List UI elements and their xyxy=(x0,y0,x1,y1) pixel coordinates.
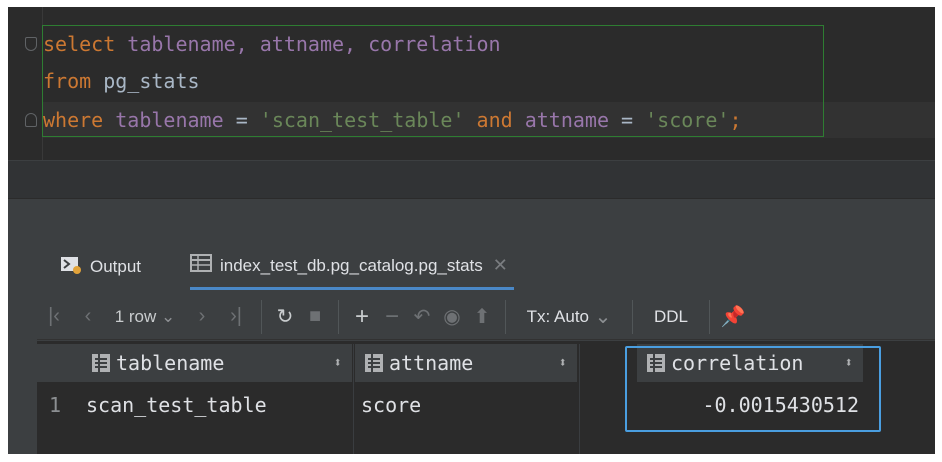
column-header-label: tablename xyxy=(116,351,225,375)
console-icon xyxy=(60,255,82,280)
cell-attname[interactable]: score xyxy=(361,386,421,424)
column-header-label: attname xyxy=(389,351,474,375)
sql-editor[interactable]: select tablename, attname, correlation f… xyxy=(8,7,935,160)
tab-pg-stats-label: index_test_db.pg_catalog.pg_stats xyxy=(220,255,483,275)
column-header-tablename[interactable]: tablename ⬍ xyxy=(82,344,352,382)
sort-icon[interactable]: ⬍ xyxy=(334,355,342,371)
fold-start-icon[interactable] xyxy=(25,37,37,51)
column-icon xyxy=(365,354,383,372)
tx-mode-label: Tx: Auto xyxy=(526,306,590,326)
column-divider xyxy=(353,344,354,454)
ddl-button[interactable]: DDL xyxy=(641,297,701,337)
row-number[interactable]: 1 xyxy=(49,386,61,424)
column-header-attname[interactable]: attname ⬍ xyxy=(355,344,577,382)
chevron-down-icon: ⌄ xyxy=(161,306,176,326)
toolbar-separator xyxy=(709,299,710,334)
tx-mode-dropdown[interactable]: Tx: Auto ⌄ xyxy=(514,297,624,337)
results-tab-bar: Output index_test_db.pg_catalog.pg_stats… xyxy=(8,244,935,290)
column-icon xyxy=(92,354,110,372)
ddl-label: DDL xyxy=(653,306,688,326)
previous-page-icon[interactable]: ‹ xyxy=(71,297,105,337)
toolbar-separator xyxy=(261,299,262,334)
delete-row-icon[interactable]: − xyxy=(377,297,407,337)
revert-icon[interactable]: ↶ xyxy=(407,297,437,337)
first-page-icon[interactable]: |‹ xyxy=(37,297,71,337)
toolbar-separator xyxy=(632,299,633,334)
stop-icon[interactable]: ■ xyxy=(300,297,330,337)
sort-icon[interactable]: ⬍ xyxy=(559,355,567,371)
row-number-header xyxy=(37,344,82,382)
table-icon xyxy=(190,254,212,277)
splitter-band[interactable] xyxy=(8,198,935,244)
tab-output-label: Output xyxy=(90,257,142,276)
editor-bottom-band xyxy=(8,160,935,198)
column-divider xyxy=(579,344,580,454)
refresh-icon[interactable]: ↻ xyxy=(270,297,300,337)
tab-output[interactable]: Output xyxy=(60,244,141,290)
pin-icon[interactable]: 📌 xyxy=(718,297,748,337)
cell-tablename[interactable]: scan_test_table xyxy=(86,386,267,424)
correlation-highlight-box xyxy=(625,346,881,432)
row-count-label: 1 row xyxy=(114,306,157,326)
chevron-down-icon: ⌄ xyxy=(594,306,612,328)
submit-icon[interactable]: ⬆ xyxy=(467,297,497,337)
close-tab-icon[interactable]: ✕ xyxy=(493,255,508,276)
last-page-icon[interactable]: ›| xyxy=(219,297,253,337)
add-row-icon[interactable]: + xyxy=(347,297,377,337)
tab-pg-stats[interactable]: index_test_db.pg_catalog.pg_stats ✕ xyxy=(190,244,514,290)
row-count-dropdown[interactable]: 1 row ⌄ xyxy=(105,297,185,337)
next-page-icon[interactable]: › xyxy=(185,297,219,337)
statement-selection-box xyxy=(42,25,824,137)
toolbar-separator xyxy=(338,299,339,334)
fold-end-icon[interactable] xyxy=(25,113,37,127)
results-toolbar: |‹ ‹ 1 row ⌄ › ›| ↻ ■ + − ↶ ◉ ⬆ Tx: Auto… xyxy=(37,294,935,340)
preview-changes-icon[interactable]: ◉ xyxy=(437,297,467,337)
toolbar-separator xyxy=(505,299,506,334)
